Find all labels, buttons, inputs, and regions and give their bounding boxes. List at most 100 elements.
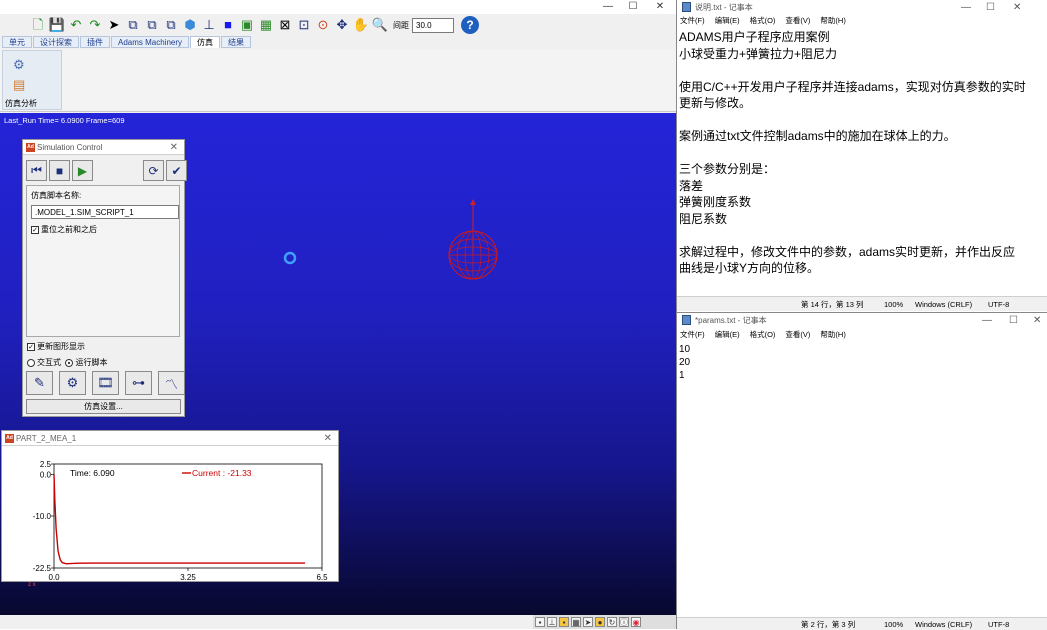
status-icon-6[interactable]: ● xyxy=(595,617,605,627)
maximize-button[interactable]: ☐ xyxy=(623,1,643,13)
menu-edit[interactable]: 编辑(E) xyxy=(715,15,740,27)
minimize-button[interactable]: — xyxy=(982,313,992,329)
tab-plugin[interactable]: 插件 xyxy=(80,36,110,48)
y-tick-label: -22.5 xyxy=(33,564,52,573)
new-icon[interactable]: 🗋 xyxy=(30,17,46,33)
measure-chart: 2.50.0-10.0-22.50.0 3.25 6.5Time: 6.090 Cur… xyxy=(33,460,328,581)
confirm-check-icon[interactable]: ✔ xyxy=(166,160,187,181)
sim-settings-button[interactable]: 仿真设置... xyxy=(26,399,181,414)
ribbon-tabs: 单元 设计探索 插件 Adams Machinery 仿真 结果 xyxy=(0,36,676,49)
menu-help[interactable]: 帮助(H) xyxy=(820,329,845,341)
tab-adams-machinery[interactable]: Adams Machinery xyxy=(111,36,190,48)
maximize-button[interactable]: ☐ xyxy=(986,0,995,15)
status-icon-5[interactable]: ➤ xyxy=(583,617,593,627)
menu-format[interactable]: 格式(O) xyxy=(750,329,776,341)
status-icon-4[interactable]: ▦ xyxy=(571,617,581,627)
ribbon-group-simulation: ⚙ ▤ 仿真分析 xyxy=(2,50,62,110)
undo-icon[interactable]: ↶ xyxy=(68,17,84,33)
script-name-input[interactable] xyxy=(31,205,179,219)
reset-checkbox-row[interactable]: ✓ 重位之前和之后 xyxy=(31,224,97,235)
time-readout: Time: 6.090 xyxy=(70,468,115,478)
reset-checkbox[interactable]: ✓ xyxy=(31,225,39,234)
menu-file[interactable]: 文件(F) xyxy=(680,15,705,27)
script-icon[interactable]: ▤ xyxy=(13,77,25,93)
maximize-button[interactable]: ☐ xyxy=(1009,313,1018,329)
minimize-button[interactable]: — xyxy=(598,1,618,13)
viewport-status: Last_Run Time= 6.0900 Frame=609 xyxy=(4,116,125,125)
tab-design-explore[interactable]: 设计探索 xyxy=(33,36,79,48)
close-button[interactable]: ✕ xyxy=(1033,313,1041,329)
script-run-icon[interactable]: ⚙ xyxy=(59,371,86,395)
redo-icon[interactable]: ↷ xyxy=(87,17,103,33)
update-graphics-row[interactable]: ✓ 更新图形显示 xyxy=(27,341,85,352)
update-graphics-checkbox[interactable]: ✓ xyxy=(27,342,35,351)
menu-view[interactable]: 查看(V) xyxy=(785,329,810,341)
view-side-icon[interactable]: ⧉ xyxy=(144,17,160,33)
series-line-current xyxy=(53,474,306,565)
notepad-window-params: *params.txt - 记事本 — ☐ ✕ 文件(F) 编辑(E) 格式(O… xyxy=(677,312,1047,630)
grid-icon[interactable]: ▦ xyxy=(258,17,274,33)
play-icon[interactable]: ▶ xyxy=(72,160,93,181)
plot-icon[interactable]: 〽 xyxy=(158,371,185,395)
notepad-icon xyxy=(682,2,691,12)
sim-dialog-close-button[interactable]: ✕ xyxy=(170,140,178,155)
force-arrowhead xyxy=(470,199,476,205)
mesh-icon[interactable]: ⊠ xyxy=(277,17,293,33)
status-icon-9[interactable]: ◉ xyxy=(631,617,641,627)
adams-window: — ☐ ✕ 🗋 💾 ↶ ↷ ➤ ⧉ ⧉ ⧉ ⬢ ⊥ ■ ▣ ▦ ⊠ ⊡ ⊙ ✥ … xyxy=(0,0,676,629)
render-icon[interactable]: ■ xyxy=(220,17,236,33)
tab-results[interactable]: 结果 xyxy=(221,36,252,48)
rewind-icon[interactable]: ⏮ xyxy=(26,160,47,181)
save-icon[interactable]: 💾 xyxy=(49,17,65,33)
radio-interactive[interactable] xyxy=(27,358,35,367)
reset-icon[interactable]: ⟳ xyxy=(143,160,164,181)
close-button[interactable]: ✕ xyxy=(650,1,670,13)
zoom-label: 间距 xyxy=(393,20,409,30)
script-edit-icon[interactable]: ✎ xyxy=(26,371,53,395)
image-icon[interactable]: ▣ xyxy=(239,17,255,33)
status-icon-3[interactable]: ▪ xyxy=(559,617,569,627)
menu-view[interactable]: 查看(V) xyxy=(785,15,810,27)
notepad2-text-area[interactable]: 10 20 1 xyxy=(679,343,1045,613)
status-encoding: UTF-8 xyxy=(988,619,1010,629)
pan-icon[interactable]: ✋ xyxy=(353,17,369,33)
ribbon-group-label: 仿真分析 xyxy=(5,99,37,108)
notepad1-text-line xyxy=(679,227,1047,244)
view-top-icon[interactable]: ⧉ xyxy=(163,17,179,33)
view-front-icon[interactable]: ⧉ xyxy=(125,17,141,33)
menu-file[interactable]: 文件(F) xyxy=(680,329,705,341)
menu-edit[interactable]: 编辑(E) xyxy=(715,329,740,341)
tab-simulation[interactable]: 仿真 xyxy=(190,36,221,48)
status-icon-7[interactable]: ↻ xyxy=(607,617,617,627)
measure-icon[interactable]: ⊶ xyxy=(125,371,152,395)
close-button[interactable]: ✕ xyxy=(1013,0,1021,15)
notepad1-text-line xyxy=(679,62,1047,79)
radio-run-script[interactable] xyxy=(65,358,74,367)
move-icon[interactable]: ✥ xyxy=(334,17,350,33)
select-arrow-icon[interactable]: ➤ xyxy=(106,17,122,33)
notepad1-text-area[interactable]: ADAMS用户子程序应用案例 小球受重力+弹簧拉力+阻尼力 使用C/C++开发用户… xyxy=(677,29,1047,295)
status-icon-1[interactable]: ▪ xyxy=(535,617,545,627)
animation-icon[interactable]: 🎞 xyxy=(92,371,119,395)
marker-icon[interactable]: ⊙ xyxy=(315,17,331,33)
menu-format[interactable]: 格式(O) xyxy=(750,15,776,27)
status-icon-2[interactable]: ⊥ xyxy=(547,617,557,627)
mode-radio-row: 交互式 运行脚本 xyxy=(27,357,107,368)
status-eol: Windows (CRLF) xyxy=(915,299,973,309)
stop-icon[interactable]: ■ xyxy=(49,160,70,181)
status-icon-8[interactable]: ⓘ xyxy=(619,617,629,627)
notepad-icon xyxy=(682,315,691,325)
zoom-icon[interactable]: 🔍 xyxy=(372,17,388,33)
axes-icon[interactable]: ⊥ xyxy=(201,17,217,33)
plot-close-button[interactable]: ✕ xyxy=(324,431,332,446)
menu-help[interactable]: 帮助(H) xyxy=(820,15,845,27)
tab-unit[interactable]: 单元 xyxy=(2,36,32,48)
help-icon[interactable]: ? xyxy=(461,16,479,34)
adams-status-toolbar: ▪ ⊥ ▪ ▦ ➤ ● ↻ ⓘ ◉ xyxy=(533,615,676,629)
gear-icon[interactable]: ⚙ xyxy=(13,57,25,73)
minimize-button[interactable]: — xyxy=(961,0,971,15)
target-icon[interactable]: ⊡ xyxy=(296,17,312,33)
view-iso-icon[interactable]: ⬢ xyxy=(182,17,198,33)
notepad1-text-line: 阻尼系数 xyxy=(679,211,728,226)
zoom-input[interactable] xyxy=(412,17,454,33)
